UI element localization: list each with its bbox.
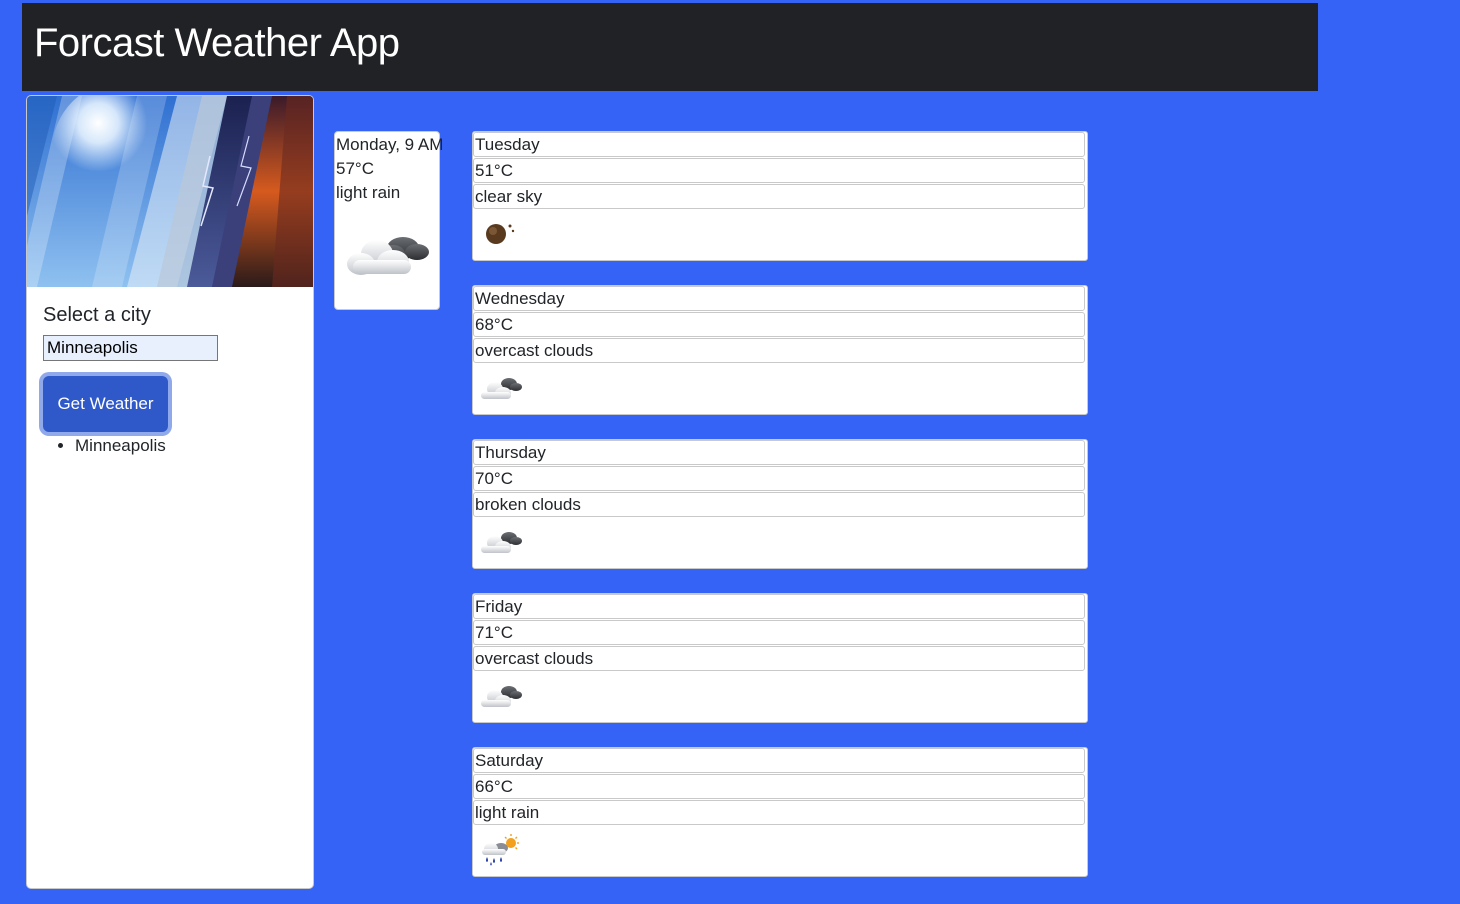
forecast-day: Saturday [473,748,1085,773]
navbar: Forcast Weather App [22,3,1318,91]
current-datetime: Monday, 9 AM [336,135,444,154]
forecast-condition: broken clouds [473,492,1085,517]
cloud-icon [481,378,522,399]
clear-night-icon [486,224,515,244]
forecast-temp: 71°C [473,620,1085,645]
history-item[interactable]: Minneapolis [75,436,166,456]
city-search-panel: Select a city Get Weather Minneapolis [26,95,314,889]
search-history-list: Minneapolis [57,436,166,456]
forecast-day: Friday [473,594,1085,619]
cloud-icon [481,686,522,707]
forecast-temp: 70°C [473,466,1085,491]
forecast-card-thursday: Thursday 70°C broken clouds [472,439,1088,569]
forecast-condition: clear sky [473,184,1085,209]
select-city-label: Select a city [43,304,151,326]
cloud-icon [347,237,429,275]
forecast-card-wednesday: Wednesday 68°C overcast clouds [472,285,1088,415]
rain-sun-icon [482,834,519,866]
forecast-temp: 51°C [473,158,1085,183]
get-weather-button[interactable]: Get Weather [43,376,168,432]
forecast-card-tuesday: Tuesday 51°C clear sky [472,131,1088,261]
forecast-day: Thursday [473,440,1085,465]
forecast-temp: 68°C [473,312,1085,337]
forecast-condition: overcast clouds [473,646,1085,671]
cloud-icon [481,532,522,553]
app-title: Forcast Weather App [34,21,400,65]
city-input[interactable] [43,335,218,361]
current-temp: 57°C [336,159,374,178]
forecast-condition: light rain [473,800,1085,825]
forecast-day: Tuesday [473,132,1085,157]
forecast-card-saturday: Saturday 66°C light rain [472,747,1088,877]
current-condition: light rain [336,183,401,202]
forecast-condition: overcast clouds [473,338,1085,363]
weather-banner-image [27,96,313,287]
forecast-day: Wednesday [473,286,1085,311]
forecast-card-friday: Friday 71°C overcast clouds [472,593,1088,723]
current-weather-card: Monday, 9 AM 57°C light rain [334,131,444,310]
forecast-temp: 66°C [473,774,1085,799]
